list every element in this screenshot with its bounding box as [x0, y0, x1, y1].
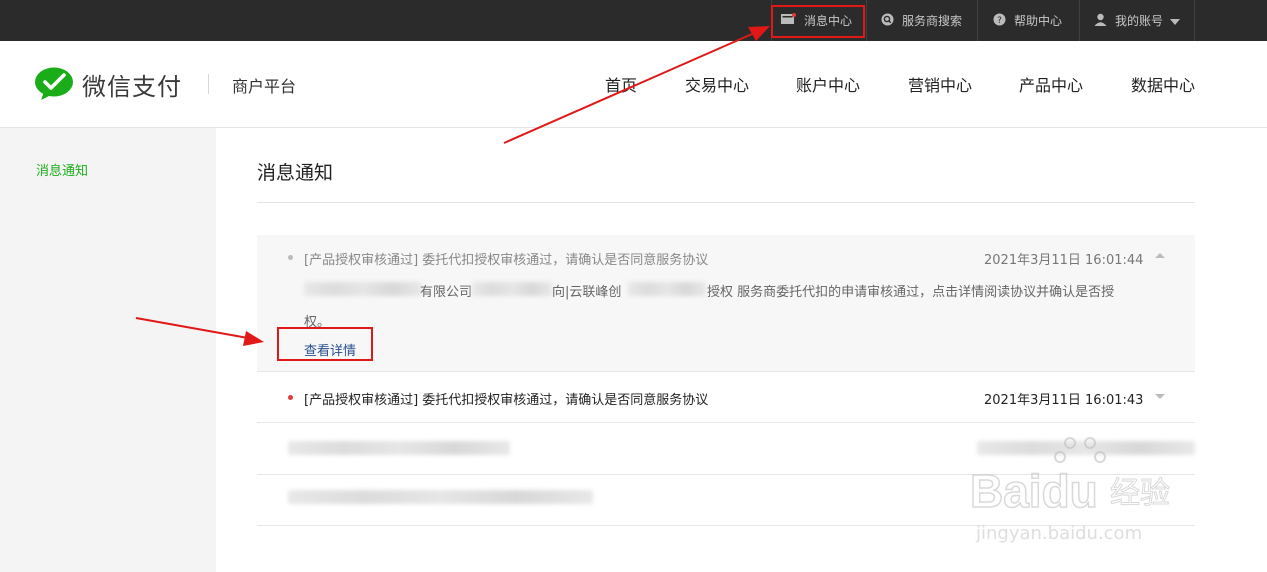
svg-text:Baidu: Baidu: [970, 465, 1098, 517]
annotation-arrow: [135, 317, 264, 346]
svg-text:经验: 经验: [1110, 476, 1170, 511]
annotation-arrow: [503, 26, 770, 144]
svg-text:jingyan.baidu.com: jingyan.baidu.com: [975, 523, 1142, 544]
baidu-jingyan-watermark: Baidu 经验 jingyan.baidu.com: [968, 435, 1208, 550]
